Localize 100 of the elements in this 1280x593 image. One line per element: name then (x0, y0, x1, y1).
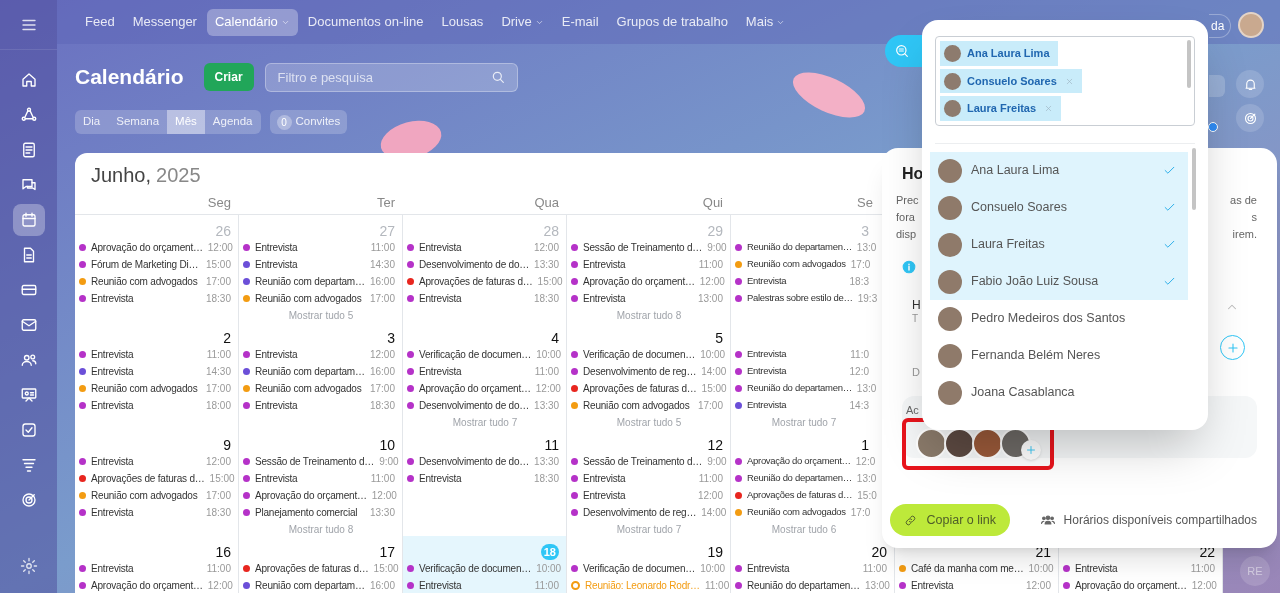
event-title[interactable]: Reunião com advogados (255, 381, 365, 396)
person-option[interactable]: Fabio João Luiz Sousa (930, 263, 1188, 300)
event-title[interactable]: Desenvolvimento de reg… (583, 505, 697, 520)
chat-search-button[interactable] (885, 35, 922, 67)
event-title[interactable]: Aprovação do orçament… (419, 381, 531, 396)
event-title[interactable]: Reunião do departamen… (747, 381, 852, 396)
event-title[interactable]: Reunião com advogados (583, 398, 693, 413)
nav-tab[interactable]: Messenger (124, 8, 205, 36)
event-title[interactable]: Entrevista (747, 561, 858, 576)
person-chip[interactable]: Ana Laura Lima (940, 41, 1058, 66)
person-option[interactable]: Ana Laura Lima (930, 152, 1188, 189)
event-title[interactable]: Entrevista (747, 398, 845, 413)
event-title[interactable]: Entrevista (583, 471, 694, 486)
add-attendee-button[interactable] (1021, 439, 1041, 460)
event-title[interactable]: Planejamento comercial (255, 505, 365, 520)
event-title[interactable]: Reunião do departamen… (747, 240, 852, 255)
event-title[interactable]: Entrevista (583, 291, 693, 306)
event-time: 18:30 (533, 292, 559, 306)
nav-tab[interactable]: Grupos de trabalho (608, 8, 736, 36)
nav-tab[interactable]: E-mail (553, 8, 607, 36)
event-title[interactable]: Aprovação do orçament… (255, 488, 367, 503)
event-title[interactable]: Café da manha com me… (911, 561, 1024, 576)
avatar[interactable] (1238, 12, 1264, 38)
event-title[interactable]: Entrevista (91, 454, 201, 469)
event-title[interactable]: Entrevista (255, 471, 366, 486)
event-title[interactable]: Entrevista (747, 274, 845, 289)
event-title[interactable]: Desenvolvimento de reg… (583, 364, 697, 379)
event-title[interactable]: Reunião com advogados (255, 291, 365, 306)
event-title[interactable]: Entrevista (419, 240, 529, 255)
event-title[interactable]: Entrevista (583, 257, 694, 272)
event-title[interactable]: Reunião do departamen… (747, 471, 852, 486)
copy-link-button[interactable]: Copiar o link (890, 504, 1010, 536)
event-title[interactable]: Entrevista (1075, 561, 1186, 576)
event-title[interactable]: Entrevista (583, 488, 693, 503)
event-title[interactable]: Aprovação do orçament… (1075, 578, 1187, 593)
event-title[interactable]: Entrevista (255, 240, 366, 255)
event-title[interactable]: Entrevista (91, 364, 201, 379)
event-title[interactable]: Desenvolvimento de do… (419, 398, 530, 413)
event-title[interactable]: Aprovações de faturas d… (255, 561, 369, 576)
nav-tab[interactable]: Documentos on-line (299, 8, 432, 36)
event-title[interactable]: Entrevista (911, 578, 1021, 593)
event-title[interactable]: Entrevista (747, 364, 845, 379)
settings-icon[interactable] (19, 557, 38, 575)
event-title[interactable]: Reunião com departam… (255, 364, 365, 379)
event-title[interactable]: Entrevista (419, 578, 530, 593)
event-title[interactable]: Verificação de documen… (583, 561, 696, 576)
person-chip[interactable]: Laura Freitas (940, 96, 1062, 121)
person-chip[interactable]: Consuelo Soares (940, 68, 1082, 94)
avatar (938, 306, 962, 331)
event-title[interactable]: Reunião com advogados (91, 274, 201, 289)
event-title[interactable]: Entrevista (747, 347, 846, 362)
event-title[interactable]: Verificação de documen… (419, 347, 532, 362)
event-title[interactable]: Aprovações de faturas d… (747, 488, 853, 503)
event-title[interactable]: Reunião com departam… (255, 578, 365, 593)
event-title[interactable]: Entrevista (255, 398, 365, 413)
event-time: 12:00 (207, 579, 233, 593)
event-title[interactable]: Entrevista (91, 398, 201, 413)
person-option[interactable]: Laura Freitas (930, 226, 1188, 263)
event-time: 12:00 (371, 489, 397, 503)
shared-slots-link[interactable]: Horários disponíveis compartilhados (1039, 511, 1257, 529)
event-title[interactable]: Reunião com advogados (91, 488, 201, 503)
event-title[interactable]: Entrevista (255, 257, 365, 272)
event-title[interactable]: Verificação de documen… (419, 561, 532, 576)
event-title[interactable]: Sessão de Treinamento d… (255, 454, 375, 469)
event-title[interactable]: Sessão de Treinamento d… (583, 240, 703, 255)
event-title[interactable]: Entrevista (419, 471, 529, 486)
event-title[interactable]: Reunião com advogados (91, 381, 201, 396)
nav-tab[interactable]: Feed (77, 8, 123, 36)
event-title[interactable]: Palestras sobre estilo de… (747, 291, 853, 306)
event-title[interactable]: Entrevista (91, 505, 201, 520)
nav-tab[interactable]: Lousas (433, 8, 492, 36)
sidebar-item[interactable] (12, 204, 45, 236)
event-title[interactable]: Desenvolvimento de do… (419, 454, 530, 469)
event-title[interactable]: Verificação de documen… (583, 347, 696, 362)
event-title[interactable]: Entrevista (91, 347, 202, 362)
event-title[interactable]: Aprovações de faturas d… (583, 381, 697, 396)
event-title[interactable]: Aprovação do orçament… (583, 274, 695, 289)
nav-tab[interactable]: Mais (737, 8, 794, 36)
event-title[interactable]: Reunião com advogados (747, 505, 846, 520)
event-title[interactable]: Aprovações de faturas d… (91, 471, 205, 486)
event-title[interactable]: Entrevista (419, 364, 530, 379)
event-title[interactable]: Entrevista (91, 561, 202, 576)
selected-people-field[interactable]: Ana Laura Lima Consuelo Soares Laura Freitas (935, 36, 1195, 126)
event-title[interactable]: Aprovações de faturas d… (419, 274, 533, 289)
event-title[interactable]: Reunião com advogados (747, 257, 846, 272)
event-title[interactable]: Reunião com departam… (255, 274, 365, 289)
event-title[interactable]: Fórum de Marketing Di… (91, 257, 201, 272)
event-title[interactable]: Sessão de Treinamento d… (583, 454, 703, 469)
event-title[interactable]: Reunião do departamen… (747, 578, 860, 593)
event-title[interactable]: Aprovação do orçament… (91, 578, 203, 593)
event-title[interactable]: Entrevista (255, 347, 365, 362)
event-title[interactable]: Aprovação do orçament… (91, 240, 203, 255)
target-button[interactable] (1236, 104, 1264, 132)
notifications-button[interactable] (1236, 70, 1264, 98)
event-title[interactable]: Entrevista (419, 291, 529, 306)
event-title[interactable]: Desenvolvimento de do… (419, 257, 530, 272)
person-option[interactable]: Consuelo Soares (930, 189, 1188, 226)
nav-tab[interactable]: Drive (493, 8, 552, 36)
event-title[interactable]: Aprovação do orçament… (747, 454, 851, 469)
event-title[interactable]: Entrevista (91, 291, 201, 306)
